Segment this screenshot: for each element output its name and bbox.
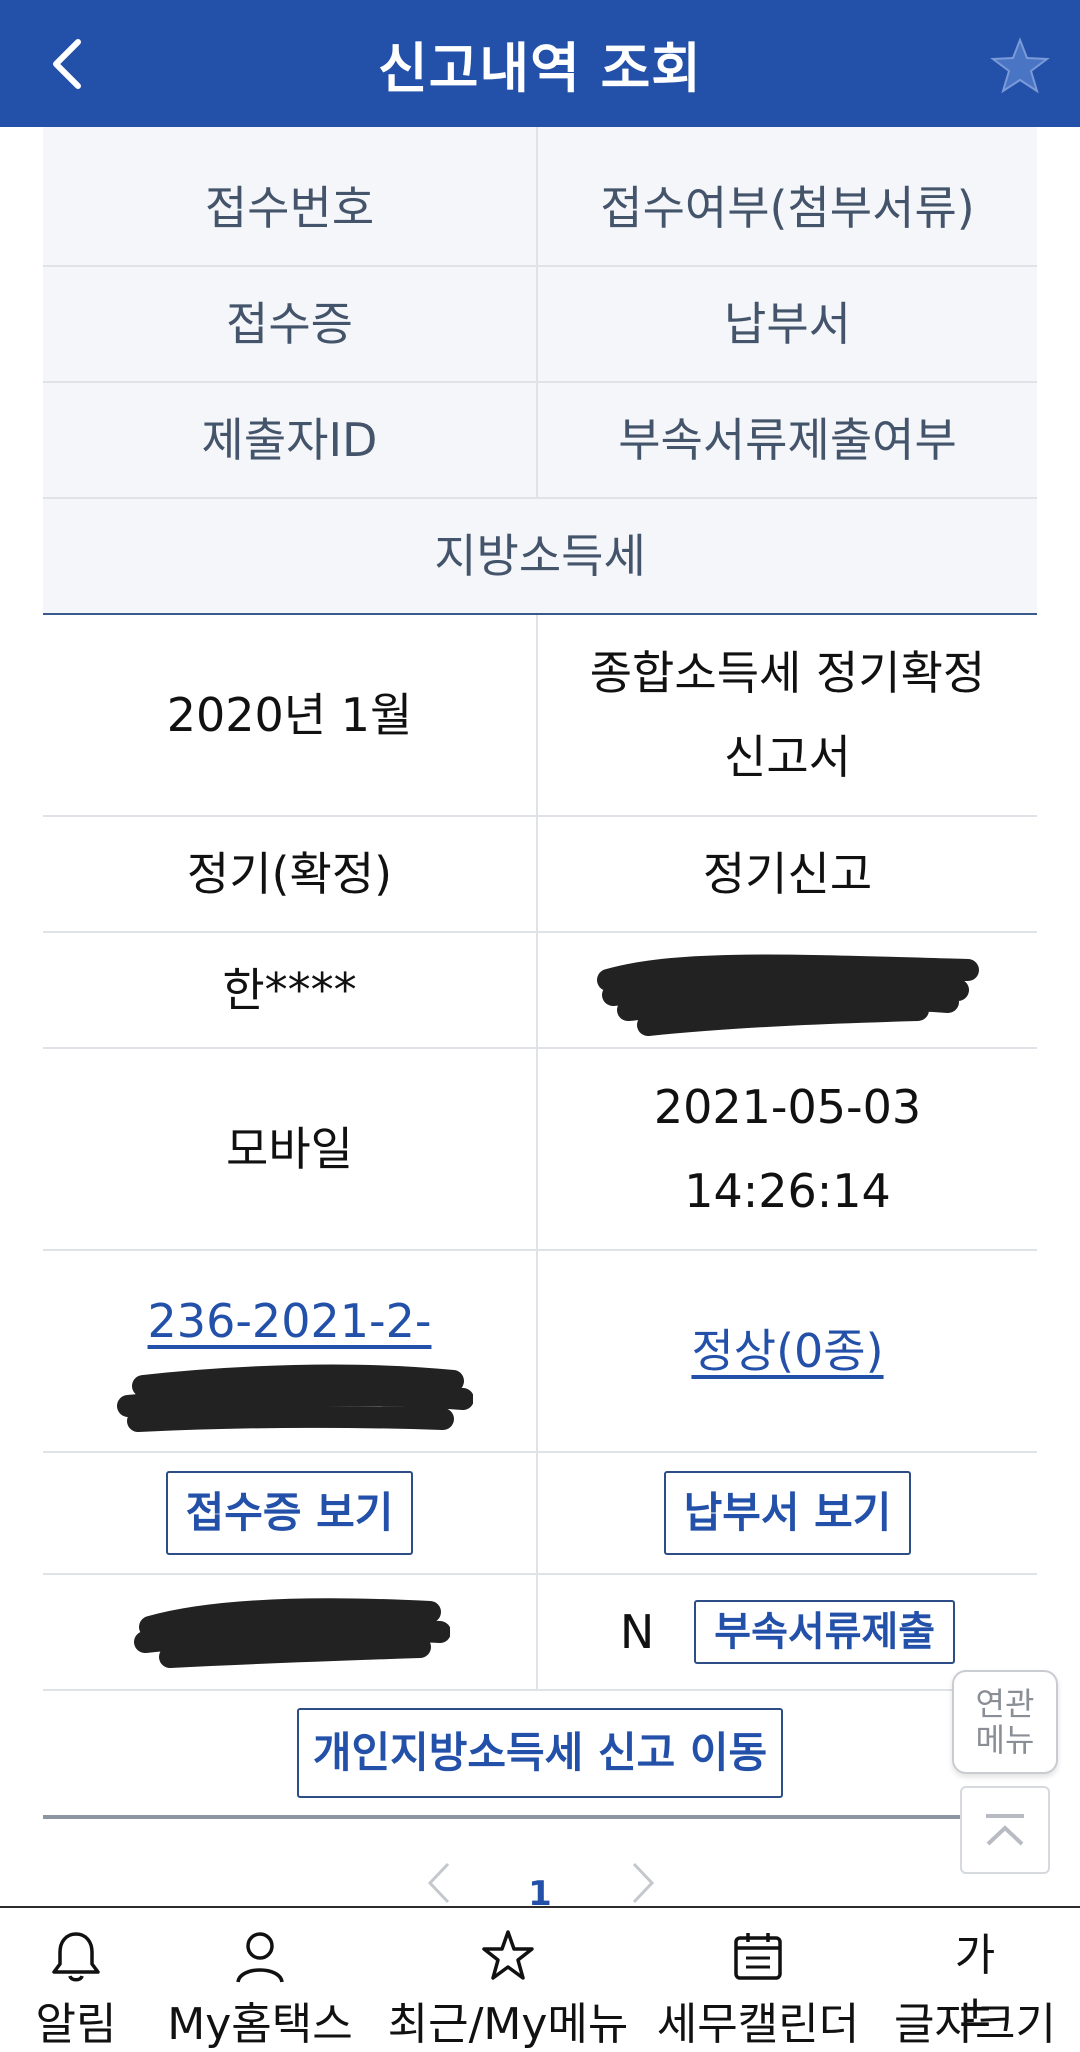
nav-label: My홈택스 [167, 1999, 353, 2050]
table-row: 236-2021-2- 정상(0종) [43, 1251, 1037, 1453]
redacted-id [538, 933, 1037, 1047]
calendar-icon [734, 1933, 782, 1980]
submit-datetime: 2021-05-03 14:26:14 [538, 1049, 1037, 1249]
local-income-tax-report-button[interactable]: 개인지방소득세 신고 이동 [296, 1708, 784, 1798]
submit-method: 모바일 [43, 1049, 538, 1249]
app-header: 신고내역 조회 [0, 0, 1080, 127]
submitter-name: 한**** [43, 933, 538, 1047]
table-row: 정기(확정) 정기신고 [43, 817, 1037, 933]
report-name: 종합소득세 정기확정 신고서 [538, 615, 1037, 815]
prev-page-icon[interactable] [424, 1860, 454, 1906]
receipt-number-link[interactable]: 236-2021-2- [43, 1279, 536, 1363]
table-head-row: 접수증 납부서 [43, 267, 1037, 383]
redacted-submitter-id [43, 1575, 538, 1689]
nav-label: 글자크기 [894, 1999, 1056, 2050]
table-row: N 부속서류제출 [43, 1575, 1037, 1691]
person-icon [236, 1932, 284, 1983]
receipt-button-cell: 접수증 보기 [43, 1453, 538, 1573]
receipt-status-link[interactable]: 정상(0종) [691, 1309, 883, 1393]
period-value: 2020년 1월 [43, 615, 538, 815]
favorite-star-icon[interactable] [990, 36, 1050, 96]
submit-attachment-button[interactable]: 부속서류제출 [694, 1600, 956, 1664]
nav-font-size[interactable]: 가± 글자크기 [880, 1908, 1070, 2050]
redaction-scribble [117, 1364, 473, 1432]
table-row: 2020년 1월 종합소득세 정기확정 신고서 [43, 615, 1037, 817]
nav-tax-calendar[interactable]: 세무캘린더 [648, 1908, 868, 2050]
head-submitter-id: 제출자ID [43, 383, 538, 497]
table-row-clipped [43, 127, 1037, 153]
receipt-number-cell: 236-2021-2- [43, 1251, 538, 1451]
nav-label: 최근/My메뉴 [387, 1999, 629, 2050]
table-head-row: 제출자ID 부속서류제출여부 [43, 383, 1037, 499]
nav-label: 세무캘린더 [656, 1999, 860, 2050]
report-kind: 정기신고 [702, 847, 873, 901]
redaction-scribble [596, 954, 979, 1036]
related-menu-button[interactable]: 연관 메뉴 [952, 1670, 1058, 1774]
table-row: 모바일 2021-05-03 14:26:14 [43, 1049, 1037, 1251]
attachment-flag: N [619, 1605, 655, 1659]
table-head-row: 접수번호 접수여부(첨부서류) [43, 151, 1037, 267]
pagination: 1 [0, 1860, 1080, 1914]
head-payment: 납부서 [724, 297, 851, 351]
head-attachment-submitted: 부속서류제출여부 [618, 413, 957, 467]
head-receipt: 접수증 [43, 267, 538, 381]
view-receipt-button[interactable]: 접수증 보기 [165, 1471, 414, 1555]
receipt-status-cell: 정상(0종) [538, 1251, 1037, 1451]
local-tax-button-cell: 개인지방소득세 신고 이동 [43, 1691, 1037, 1815]
head-receipt-status: 접수여부(첨부서류) [600, 181, 975, 235]
view-payment-button[interactable]: 납부서 보기 [663, 1471, 912, 1555]
bell-icon [52, 1932, 100, 1982]
submit-date: 2021-05-03 [653, 1080, 922, 1134]
head-receipt-number: 접수번호 [43, 151, 538, 265]
report-name-line1: 종합소득세 정기확정 [589, 646, 986, 700]
report-name-line2: 신고서 [724, 730, 851, 784]
report-type: 정기(확정) [43, 817, 538, 931]
nav-my-hometax[interactable]: My홈택스 [152, 1908, 368, 2050]
font-size-icon: 가± [954, 1930, 996, 2037]
bottom-nav: 알림 My홈택스 최근/My메뉴 세무캘린더 가± 글자크기 [0, 1906, 1080, 2050]
redaction-scribble [133, 1598, 450, 1668]
table-row: 접수증 보기 납부서 보기 [43, 1453, 1037, 1575]
table-head-row: 지방소득세 [43, 499, 1037, 615]
table-row: 개인지방소득세 신고 이동 [43, 1691, 1037, 1819]
head-local-income-tax: 지방소득세 [434, 529, 646, 583]
nav-alerts[interactable]: 알림 [0, 1908, 152, 2050]
nav-label: 알림 [35, 1999, 117, 2050]
nav-recent-my-menu[interactable]: 최근/My메뉴 [380, 1908, 636, 2050]
page-title: 신고내역 조회 [378, 37, 702, 100]
report-table: 접수번호 접수여부(첨부서류) 접수증 납부서 제출자ID 부속서류제출여부 지… [43, 127, 1037, 1819]
table-row: 한**** [43, 933, 1037, 1049]
next-page-icon[interactable] [628, 1860, 658, 1906]
submit-time: 14:26:14 [684, 1164, 891, 1218]
star-outline-icon [482, 1930, 534, 1980]
payment-button-cell: 납부서 보기 [538, 1453, 1037, 1573]
